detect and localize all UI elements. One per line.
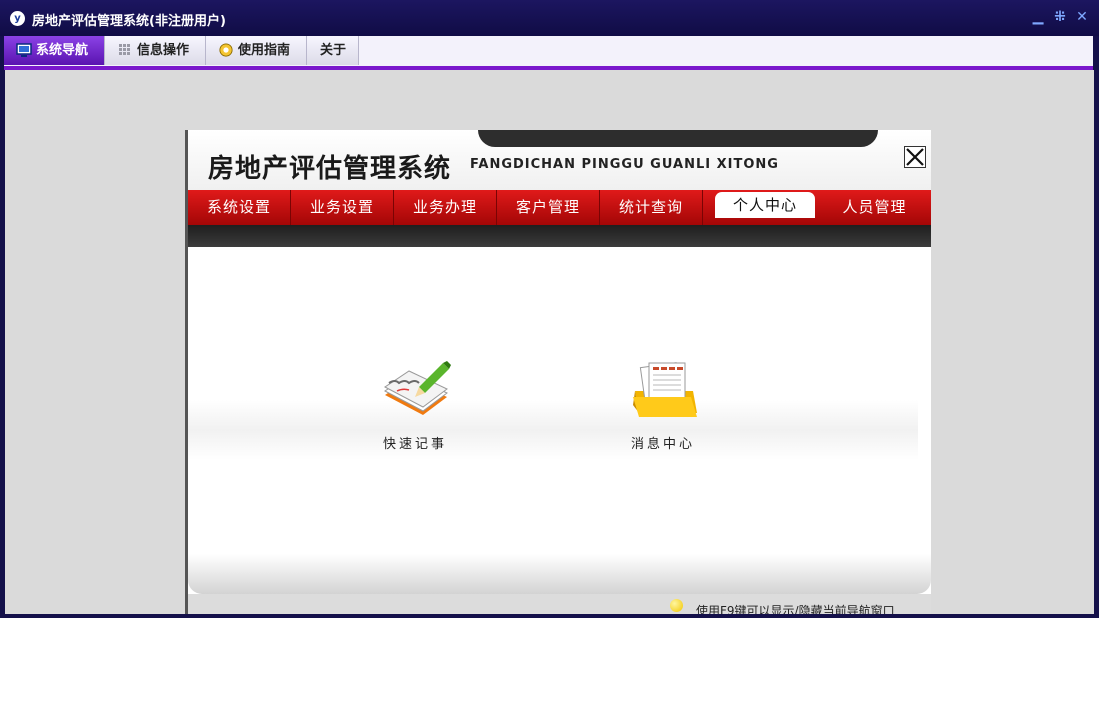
grid-icon bbox=[119, 44, 130, 55]
title-bar: y 房地产评估管理系统(非注册用户) ▁ ⁜ ✕ bbox=[0, 0, 1099, 36]
launcher-label: 消息中心 bbox=[630, 437, 695, 452]
status-bar: 使用F9键可以显示/隐藏当前导航窗口 bbox=[188, 594, 931, 614]
window-title: 房地产评估管理系统(非注册用户) bbox=[32, 14, 226, 29]
status-tip: 使用F9键可以显示/隐藏当前导航窗口 bbox=[696, 604, 895, 614]
notepad-pencil-icon bbox=[384, 361, 451, 415]
nav-item-statistics-query[interactable]: 统计查询 bbox=[600, 190, 703, 225]
quick-note-launcher[interactable]: 快速记事 bbox=[355, 357, 475, 452]
menu-bar: 系统导航 信息操作 使用指南 关于 bbox=[4, 36, 1093, 70]
tab-label: 关于 bbox=[320, 43, 347, 58]
panel-title: 房地产评估管理系统 bbox=[208, 154, 452, 184]
panel-subtitle: FANGDICHAN PINGGU GUANLI XITONG bbox=[470, 157, 779, 172]
compass-icon bbox=[219, 43, 233, 57]
nav-item-business-handling[interactable]: 业务办理 bbox=[394, 190, 497, 225]
app-logo-icon: y bbox=[10, 11, 25, 26]
tab-about[interactable]: 关于 bbox=[307, 36, 359, 65]
panel-footer bbox=[188, 554, 931, 594]
navigation-panel: 房地产评估管理系统 FANGDICHAN PINGGU GUANLI XITON… bbox=[185, 130, 931, 614]
tab-label: 使用指南 bbox=[238, 43, 291, 58]
main-nav: 系统设置 业务设置 业务办理 客户管理 统计查询 个人中心 人员管理 bbox=[188, 190, 931, 225]
minimize-icon[interactable]: ▁ bbox=[1030, 9, 1046, 25]
restore-icon[interactable]: ⁜ bbox=[1052, 9, 1068, 25]
message-center-launcher[interactable]: 消息中心 bbox=[603, 357, 723, 452]
panel-close-button[interactable] bbox=[904, 146, 926, 168]
content-band bbox=[188, 400, 918, 460]
launcher-label: 快速记事 bbox=[382, 437, 447, 452]
client-area: 房地产评估管理系统 FANGDICHAN PINGGU GUANLI XITON… bbox=[5, 70, 1094, 614]
nav-item-personal-center[interactable]: 个人中心 bbox=[715, 192, 815, 218]
nav-item-customer-management[interactable]: 客户管理 bbox=[497, 190, 600, 225]
tab-label: 系统导航 bbox=[36, 43, 89, 58]
app-window: y 房地产评估管理系统(非注册用户) ▁ ⁜ ✕ 系统导航 信息操作 使用指南 … bbox=[0, 0, 1099, 618]
tab-user-guide[interactable]: 使用指南 bbox=[206, 36, 307, 65]
monitor-icon bbox=[16, 43, 32, 57]
header-decoration bbox=[478, 130, 878, 147]
nav-item-business-settings[interactable]: 业务设置 bbox=[291, 190, 394, 225]
message-folder-icon bbox=[633, 362, 697, 417]
panel-header: 房地产评估管理系统 FANGDICHAN PINGGU GUANLI XITON… bbox=[188, 130, 931, 190]
close-icon[interactable]: ✕ bbox=[1074, 9, 1090, 25]
sub-nav-strip bbox=[188, 225, 931, 247]
content-area: 快速记事 消息中心 bbox=[188, 247, 931, 554]
tab-system-navigation[interactable]: 系统导航 bbox=[4, 36, 105, 65]
tab-info-operation[interactable]: 信息操作 bbox=[105, 36, 206, 65]
lightbulb-icon bbox=[670, 599, 683, 612]
close-x-icon bbox=[906, 148, 924, 166]
nav-item-staff-management[interactable]: 人员管理 bbox=[818, 190, 931, 225]
tab-label: 信息操作 bbox=[137, 43, 190, 58]
nav-item-system-settings[interactable]: 系统设置 bbox=[188, 190, 291, 225]
